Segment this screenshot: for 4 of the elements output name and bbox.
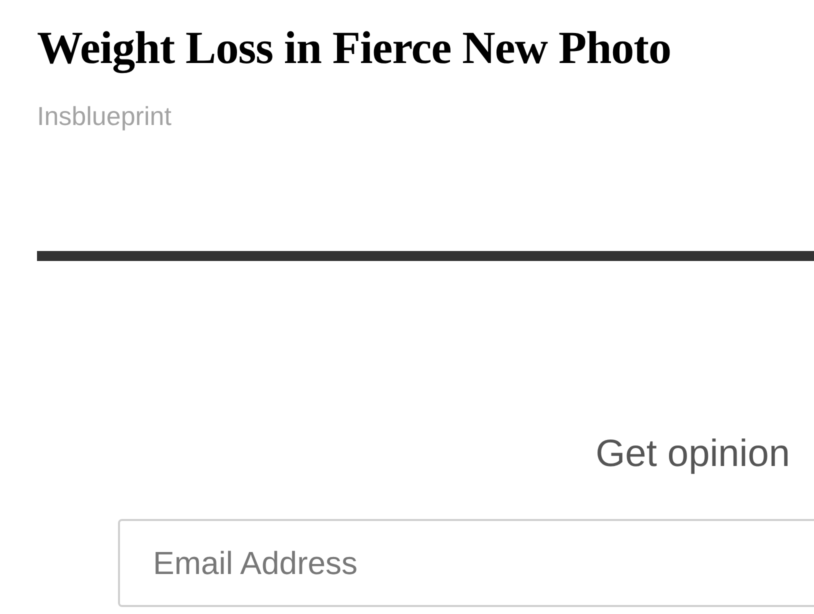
headline: Weight Loss in Fierce New Photo (37, 21, 671, 76)
source-name: Insblueprint (37, 100, 172, 132)
email-field[interactable]: Email Address (118, 519, 814, 607)
newsletter-heading: Get opinion (596, 432, 791, 477)
